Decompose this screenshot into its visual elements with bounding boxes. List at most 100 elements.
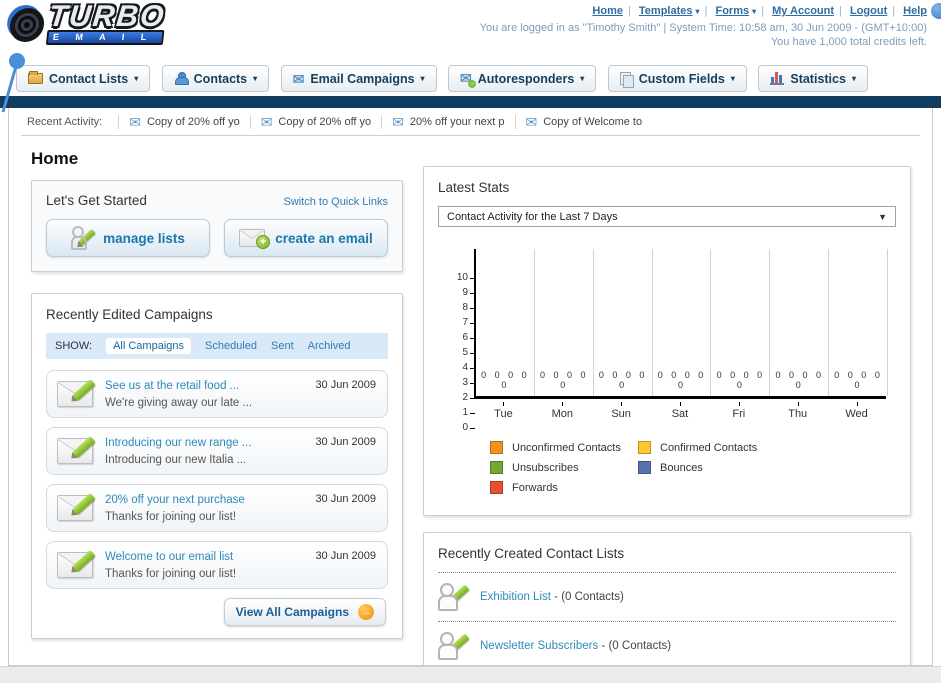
app-window: TURBO E M A I L Home | Templates ▾ | Forms… xyxy=(0,0,941,683)
nav-link-my-account[interactable]: My Account xyxy=(772,5,834,17)
content-area: Recent Activity: ✉ Copy of 20% off yo ✉ Co… xyxy=(8,108,933,666)
contact-lists-title: Recently Created Contact Lists xyxy=(438,546,625,561)
campaign-list: See us at the retail food ... We're givi… xyxy=(46,370,388,589)
tab-contacts[interactable]: Contacts ▾ xyxy=(161,65,270,92)
x-tick-label: Sat xyxy=(671,408,689,420)
filter-archived[interactable]: Archived xyxy=(308,340,351,352)
campaign-row[interactable]: Welcome to our email list Thanks for joi… xyxy=(46,541,388,589)
x-tick-label: Fri xyxy=(732,408,746,420)
y-tick-mark xyxy=(470,353,475,354)
chart-plot-area: 0 0 0 0 0 0 0 0 0 0 0 0 0 0 0 0 0 0 0 0 0 0 … xyxy=(474,249,888,399)
documents-icon xyxy=(619,71,634,88)
data-values-label: 0 0 0 0 0 xyxy=(598,370,648,390)
x-tick-label: Thu xyxy=(788,408,808,420)
person-edit-icon xyxy=(71,226,96,250)
left-column: Home Let's Get Started Switch to Quick L… xyxy=(31,136,403,665)
y-tick-label: 7 xyxy=(462,317,468,328)
person-icon xyxy=(174,72,189,85)
get-started-panel: Let's Get Started Switch to Quick Links … xyxy=(31,180,403,272)
filter-sent[interactable]: Sent xyxy=(271,340,294,352)
autoresponder-icon: ✉ → xyxy=(460,70,476,88)
campaign-link[interactable]: Welcome to our email list xyxy=(105,551,233,563)
tab-statistics[interactable]: Statistics ▾ xyxy=(758,65,868,92)
page-title: Home xyxy=(31,149,79,168)
view-all-campaigns-button[interactable]: View All Campaigns → xyxy=(223,598,386,626)
contact-list-link[interactable]: Newsletter Subscribers xyxy=(480,640,598,652)
create-email-button[interactable]: + create an email xyxy=(224,219,388,257)
envelope-edit-icon xyxy=(57,435,96,464)
data-values-label: 0 0 0 0 0 xyxy=(716,370,766,390)
filter-scheduled[interactable]: Scheduled xyxy=(205,340,257,352)
dotted-divider xyxy=(438,572,896,573)
y-tick-label: 10 xyxy=(456,272,468,283)
dropdown-arrow-icon: ▼ xyxy=(878,211,887,222)
envelope-edit-icon xyxy=(57,492,96,521)
arrow-icon: → xyxy=(358,604,374,620)
campaign-link[interactable]: See us at the retail food ... xyxy=(105,380,239,392)
legend-swatch xyxy=(638,441,651,454)
credits-line: You have 1,000 total credits left. xyxy=(770,36,927,48)
y-tick-mark xyxy=(470,383,475,384)
y-tick-label: 8 xyxy=(462,302,468,313)
campaign-row[interactable]: 20% off your next purchase Thanks for jo… xyxy=(46,484,388,532)
turbo-spiral-icon xyxy=(8,7,46,42)
contact-count: - (0 Contacts) xyxy=(554,591,624,603)
recent-activity-bar: Recent Activity: ✉ Copy of 20% off yo ✉ Co… xyxy=(21,108,920,136)
x-tick-label: Tue xyxy=(494,408,513,420)
nav-link-home[interactable]: Home xyxy=(592,5,623,17)
nav-link-forms[interactable]: Forms xyxy=(715,5,749,17)
data-values-label: 0 0 0 0 0 xyxy=(775,370,824,390)
y-tick-label: 9 xyxy=(462,287,468,298)
latest-stats-title: Latest Stats xyxy=(438,180,510,195)
campaign-row[interactable]: See us at the retail food ... We're givi… xyxy=(46,370,388,418)
legend-item: Confirmed Contacts xyxy=(638,441,786,454)
get-started-title: Let's Get Started xyxy=(46,193,147,208)
recent-activity-item[interactable]: ✉ Copy of 20% off yo xyxy=(118,115,249,129)
person-edit-icon xyxy=(438,631,470,661)
contact-list-link[interactable]: Exhibition List xyxy=(480,591,551,603)
logo-title: TURBO xyxy=(47,0,168,33)
nav-link-logout[interactable]: Logout xyxy=(850,5,887,17)
switch-quick-links-link[interactable]: Switch to Quick Links xyxy=(283,196,388,208)
manage-lists-button[interactable]: manage lists xyxy=(46,219,210,257)
bar-chart-icon xyxy=(770,72,785,85)
recent-activity-item[interactable]: ✉ 20% off your next p xyxy=(381,115,514,129)
y-tick-mark xyxy=(470,368,475,369)
help-bubble-icon[interactable] xyxy=(931,3,941,19)
recent-activity-item[interactable]: ✉ Copy of 20% off yo xyxy=(249,115,381,129)
legend-item: Forwards xyxy=(490,481,638,494)
y-tick-label: 6 xyxy=(462,332,468,343)
legend-swatch xyxy=(490,441,503,454)
stats-period-dropdown[interactable]: Contact Activity for the Last 7 Days ▼ xyxy=(438,206,896,227)
tab-email-campaigns[interactable]: ✉ Email Campaigns ▾ xyxy=(280,65,437,92)
chart-legend: Unconfirmed Contacts Confirmed Contacts Un… xyxy=(438,441,896,505)
data-values-label: 0 0 0 0 0 xyxy=(657,370,707,390)
recent-activity-label: Recent Activity: xyxy=(27,116,103,128)
contact-list-row[interactable]: Exhibition List - (0 Contacts) xyxy=(438,582,896,612)
campaign-link[interactable]: Introducing our new range ... xyxy=(105,437,251,449)
tab-autoresponders[interactable]: ✉ → Autoresponders ▾ xyxy=(448,65,597,92)
campaign-filter-bar: SHOW: All Campaigns Scheduled Sent Archi… xyxy=(46,333,388,359)
nav-link-help[interactable]: Help xyxy=(903,5,927,17)
envelope-icon: ✉ xyxy=(392,114,404,130)
envelope-edit-icon xyxy=(57,378,96,407)
tab-custom-fields[interactable]: Custom Fields ▾ xyxy=(607,65,747,92)
y-tick-mark xyxy=(470,398,475,399)
legend-label: Bounces xyxy=(660,461,703,474)
legend-item: Unconfirmed Contacts xyxy=(490,441,638,454)
campaign-link[interactable]: 20% off your next purchase xyxy=(105,494,245,506)
legend-label: Unsubscribes xyxy=(512,461,579,474)
campaign-row[interactable]: Introducing our new range ... Introducin… xyxy=(46,427,388,475)
campaign-date: 30 Jun 2009 xyxy=(315,550,376,562)
tab-contact-lists[interactable]: Contact Lists ▾ xyxy=(16,65,151,92)
nav-link-templates[interactable]: Templates xyxy=(639,5,693,17)
y-tick-label: 2 xyxy=(462,392,468,403)
y-tick-mark xyxy=(470,428,475,429)
main-columns: Home Let's Get Started Switch to Quick L… xyxy=(9,136,932,665)
filter-all-campaigns[interactable]: All Campaigns xyxy=(106,338,191,354)
recent-activity-item[interactable]: ✉ Copy of Welcome to xyxy=(514,115,653,129)
contact-list-row[interactable]: Newsletter Subscribers - (0 Contacts) xyxy=(438,631,896,661)
data-values-label: 0 0 0 0 0 xyxy=(834,370,883,390)
legend-swatch xyxy=(490,481,503,494)
person-edit-icon xyxy=(438,582,470,612)
